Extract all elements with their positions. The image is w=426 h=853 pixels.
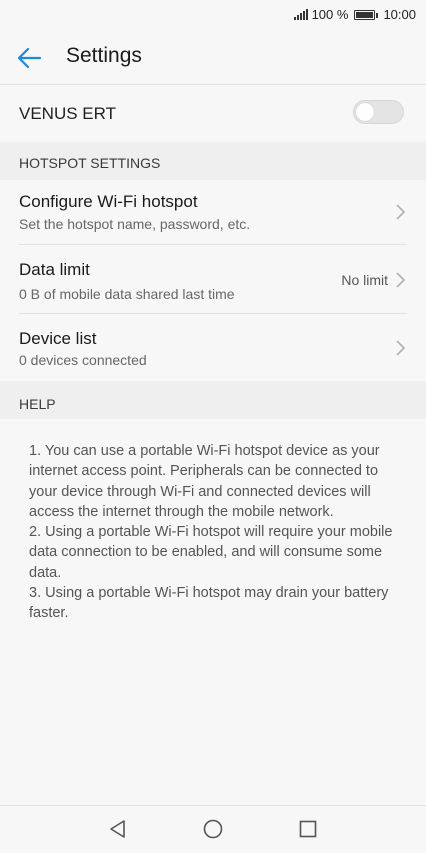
arrow-left-icon[interactable] (14, 43, 44, 73)
status-indicators: 100 % 10:00 (293, 7, 416, 22)
hotspot-toggle[interactable] (353, 100, 404, 124)
toggle-knob (356, 103, 374, 121)
battery-percent: 100 % (311, 7, 349, 22)
chevron-right-icon (396, 272, 406, 288)
help-paragraph: 3. Using a portable Wi-Fi hotspot may dr… (29, 585, 389, 622)
clock: 10:00 (383, 7, 416, 22)
item-title: Device list (19, 329, 97, 348)
battery-fill (356, 11, 374, 18)
configure-wifi-hotspot-item[interactable]: Configure Wi-Fi hotspot Set the hotspot … (0, 180, 426, 244)
hotspot-toggle-row[interactable]: VENUS ERT (0, 85, 426, 139)
chevron-right-icon (396, 204, 406, 220)
navigation-bar (0, 805, 426, 853)
help-text: 1. You can use a portable Wi-Fi hotspot … (29, 441, 399, 624)
chevron-right-icon (396, 340, 406, 356)
item-subtitle: 0 B of mobile data shared last time (19, 286, 235, 302)
hotspot-name: VENUS ERT (19, 104, 116, 123)
item-title: Data limit (19, 260, 90, 279)
device-list-item[interactable]: Device list 0 devices connected (0, 314, 426, 380)
square-recents-icon[interactable] (297, 818, 319, 840)
signal-icon (293, 9, 308, 20)
help-paragraph: 2. Using a portable Wi-Fi hotspot will r… (29, 524, 393, 581)
section-header-hotspot-settings: HOTSPOT SETTINGS (0, 142, 426, 180)
data-limit-item[interactable]: Data limit 0 B of mobile data shared las… (0, 245, 426, 313)
item-subtitle: 0 devices connected (19, 352, 147, 368)
status-bar: 100 % 10:00 (0, 0, 426, 30)
item-subtitle: Set the hotspot name, password, etc. (19, 216, 251, 232)
section-header-label: HOTSPOT SETTINGS (19, 155, 161, 171)
page-title: Settings (66, 44, 142, 67)
triangle-back-icon[interactable] (107, 818, 129, 840)
circle-home-icon[interactable] (202, 818, 224, 840)
data-limit-value: No limit (341, 272, 388, 288)
item-title: Configure Wi-Fi hotspot (19, 192, 198, 211)
app-bar: Settings (0, 30, 426, 85)
section-header-label: HELP (19, 396, 56, 412)
help-paragraph: 1. You can use a portable Wi-Fi hotspot … (29, 443, 380, 520)
battery-icon (354, 9, 379, 20)
section-header-help: HELP (0, 381, 426, 419)
